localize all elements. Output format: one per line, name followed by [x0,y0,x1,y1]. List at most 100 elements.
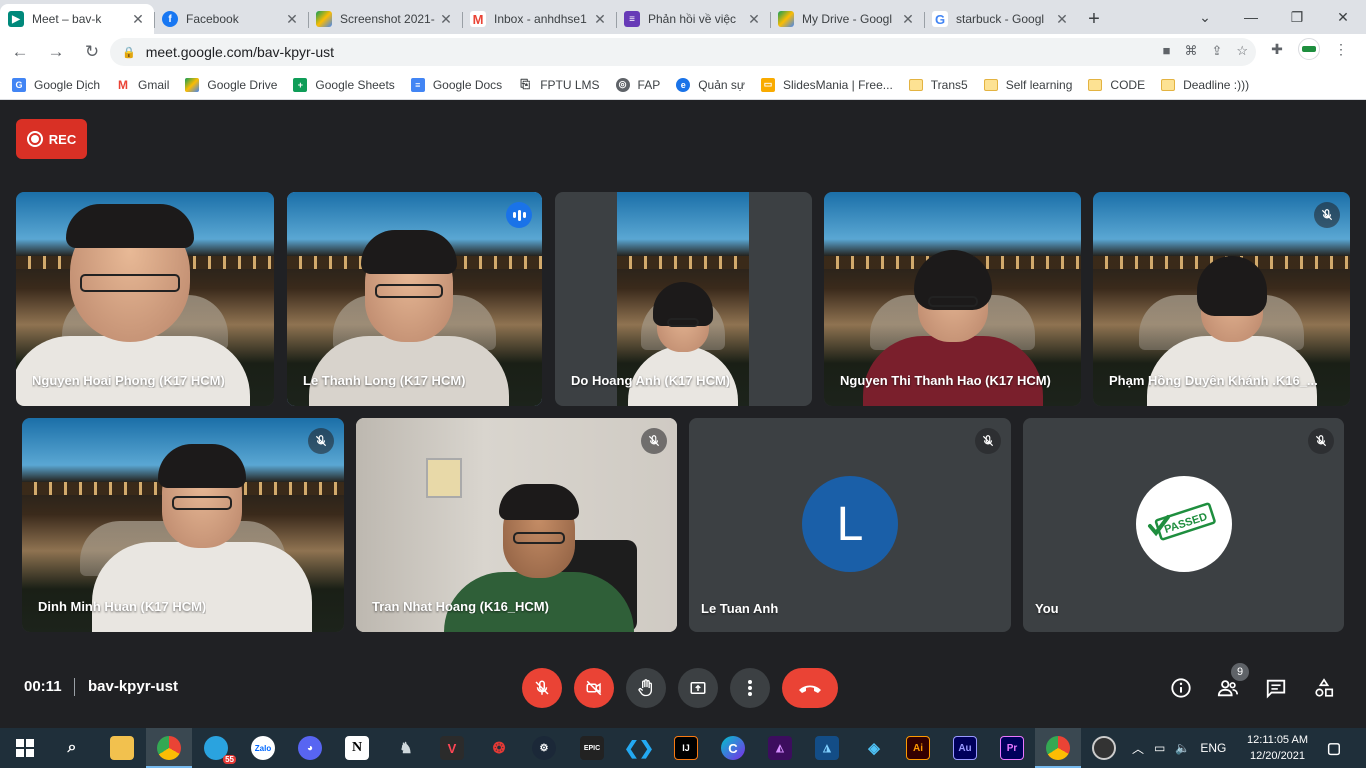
menu-kebab-icon[interactable]: ⋮ [1330,38,1352,60]
activities-button[interactable] [1311,675,1337,701]
telegram-icon[interactable]: 55 [204,736,236,764]
close-window-button[interactable]: ✕ [1320,0,1366,34]
zalo-icon[interactable]: Zalo [251,736,275,760]
discord-icon[interactable]: ◕ [298,736,322,760]
bookmark-fap[interactable]: ◎ FAP [615,77,660,92]
participant-tile[interactable]: Tran Nhat Hoang (K16_HCM) [356,418,677,632]
restore-button[interactable]: ❐ [1274,0,1320,34]
bookmark-quan-su[interactable]: e Quản sự [676,77,745,92]
bookmark-fptu-lms[interactable]: ⎘ FPTU LMS [518,77,600,92]
bookmark-folder-self-learning[interactable]: Self learning [983,78,1072,92]
close-tab-icon[interactable]: ✕ [746,11,762,28]
minimize-button[interactable]: — [1228,0,1274,34]
participant-tile[interactable]: L Le Tuan Anh [689,418,1011,632]
chat-button[interactable] [1263,675,1289,701]
obs-icon[interactable] [1092,736,1116,760]
affinity-photo-icon[interactable]: ◭ [768,736,792,760]
bookmark-gmail[interactable]: M Gmail [116,77,169,92]
bookmark-slidesmania[interactable]: ▭ SlidesMania | Free... [760,77,893,92]
notion-icon[interactable]: N [345,736,369,760]
notification-center-icon[interactable]: ▢ [1322,736,1346,760]
back-arrow-icon[interactable]: ← [4,36,36,68]
chrome-icon[interactable] [157,736,181,760]
tab-meet[interactable]: ▶ Meet – bav-k ✕ [0,4,154,34]
tab-my-drive[interactable]: My Drive - Googl ✕ [770,4,924,34]
more-options-button[interactable] [730,668,770,708]
meeting-details-button[interactable] [1168,675,1194,701]
participant-tile-active-speaker[interactable]: Le Thanh Long (K17 HCM) [287,192,542,406]
bookmark-folder-code[interactable]: CODE [1088,78,1145,92]
mic-toggle-button[interactable] [522,668,562,708]
tab-search[interactable]: G starbuck - Googl ✕ [924,4,1078,34]
close-tab-icon[interactable]: ✕ [438,11,454,28]
network-icon[interactable]: ▭ [1154,741,1165,755]
bookmark-folder-trans5[interactable]: Trans5 [908,78,968,92]
participant-tile[interactable]: Dinh Minh Huan (K17 HCM) [22,418,344,632]
close-tab-icon[interactable]: ✕ [1054,11,1070,28]
participant-tile[interactable]: Phạm Hồng Duyên Khánh .K16_... [1093,192,1350,406]
affinity-designer-icon[interactable]: ◮ [815,736,839,760]
close-tab-icon[interactable]: ✕ [592,11,608,28]
google-drive-icon [778,11,794,27]
tab-forms[interactable]: ≡ Phản hồi về việc ✕ [616,4,770,34]
layers-app-icon[interactable]: ◈ [862,736,886,760]
recording-indicator[interactable]: REC [16,119,87,159]
participant-tile[interactable]: Nguyen Hoai Phong (K17 HCM) [16,192,274,406]
participant-name: You [1035,601,1059,616]
bookmark-google-drive[interactable]: Google Drive [185,77,277,92]
profile-avatar[interactable] [1298,38,1320,60]
steam-icon[interactable]: ⚙ [532,736,556,760]
close-tab-icon[interactable]: ✕ [284,11,300,28]
vscode-icon[interactable]: ❮❯ [624,736,654,760]
reload-icon[interactable]: ↻ [76,36,108,68]
facebook-icon: f [162,11,178,27]
bookmark-google-sheets[interactable]: + Google Sheets [293,77,395,92]
bookmark-google-dich[interactable]: G Google Dịch [12,77,100,92]
search-icon[interactable]: ⌕ [60,736,84,760]
camera-icon[interactable]: ■ [1163,43,1171,59]
lms-icon: ⎘ [518,77,533,92]
raise-hand-button[interactable] [626,668,666,708]
rec-label: REC [48,131,77,147]
close-tab-icon[interactable]: ✕ [130,11,146,28]
divider [74,678,75,696]
language-indicator[interactable]: ENG [1200,741,1226,755]
chrome-profile-icon[interactable] [1046,736,1070,760]
participant-tile[interactable]: Nguyen Thi Thanh Hao (K17 HCM) [824,192,1081,406]
bookmark-star-icon[interactable]: ☆ [1236,43,1248,59]
illustrator-icon[interactable]: Ai [906,736,930,760]
valorant-icon[interactable]: V [440,736,464,760]
file-explorer-icon[interactable] [110,736,134,760]
extensions-puzzle-icon[interactable]: ✚ [1266,38,1288,60]
premiere-icon[interactable]: Pr [1000,736,1024,760]
participants-button[interactable]: 9 [1215,663,1249,701]
garena-icon[interactable]: ❂ [487,736,511,760]
volume-icon[interactable]: 🔈 [1175,741,1190,755]
participant-name: Tran Nhat Hoang (K16_HCM) [372,599,549,614]
camera-toggle-button[interactable] [574,668,614,708]
windows-start-icon[interactable] [13,736,37,760]
bookmark-google-docs[interactable]: ≡ Google Docs [410,77,502,92]
chevron-up-icon[interactable]: ︿ [1132,740,1144,757]
bookmark-folder-deadline[interactable]: Deadline :))) [1161,78,1249,92]
tab-facebook[interactable]: f Facebook ✕ [154,4,308,34]
intellij-icon[interactable]: IJ [674,736,698,760]
canva-icon[interactable]: C [721,736,745,760]
participant-tile-self[interactable]: PASSED You [1023,418,1344,632]
audition-icon[interactable]: Au [953,736,977,760]
share-icon[interactable]: ⇪ [1211,43,1222,59]
tab-search-dropdown-icon[interactable]: ⌄ [1182,0,1228,34]
epic-games-icon[interactable]: EPIC [580,736,604,760]
leave-call-button[interactable] [782,668,838,708]
translate-icon[interactable]: ⌘ [1184,43,1197,59]
close-tab-icon[interactable]: ✕ [900,11,916,28]
new-tab-button[interactable]: + [1078,4,1110,34]
tab-inbox[interactable]: M Inbox - anhdhse1 ✕ [462,4,616,34]
taskbar-clock[interactable]: 12:11:05 AM 12/20/2021 [1247,732,1308,764]
participant-tile[interactable]: Do Hoang Anh (K17 HCM) [555,192,812,406]
game-launcher-icon[interactable]: ♞ [394,736,418,760]
present-screen-button[interactable] [678,668,718,708]
forward-arrow-icon[interactable]: → [40,36,72,68]
address-bar[interactable]: 🔒 meet.google.com/bav-kpyr-ust ■ ⌘ ⇪ ☆ [110,38,1256,66]
tab-screenshot[interactable]: Screenshot 2021- ✕ [308,4,462,34]
